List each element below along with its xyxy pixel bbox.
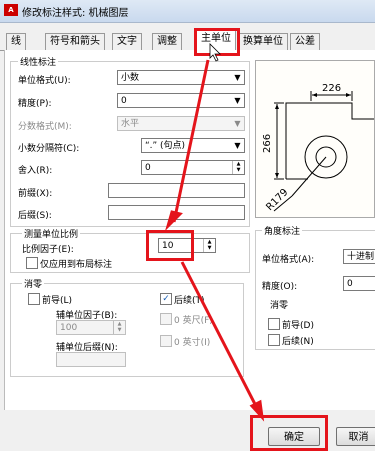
arrow-to-ok-button <box>180 261 260 411</box>
arrowhead-icon <box>249 399 265 422</box>
mouse-cursor-icon <box>209 43 221 62</box>
arrowhead-icon <box>164 210 183 232</box>
arrow-to-scale-factor <box>172 59 210 223</box>
annotation-arrows <box>164 43 265 422</box>
